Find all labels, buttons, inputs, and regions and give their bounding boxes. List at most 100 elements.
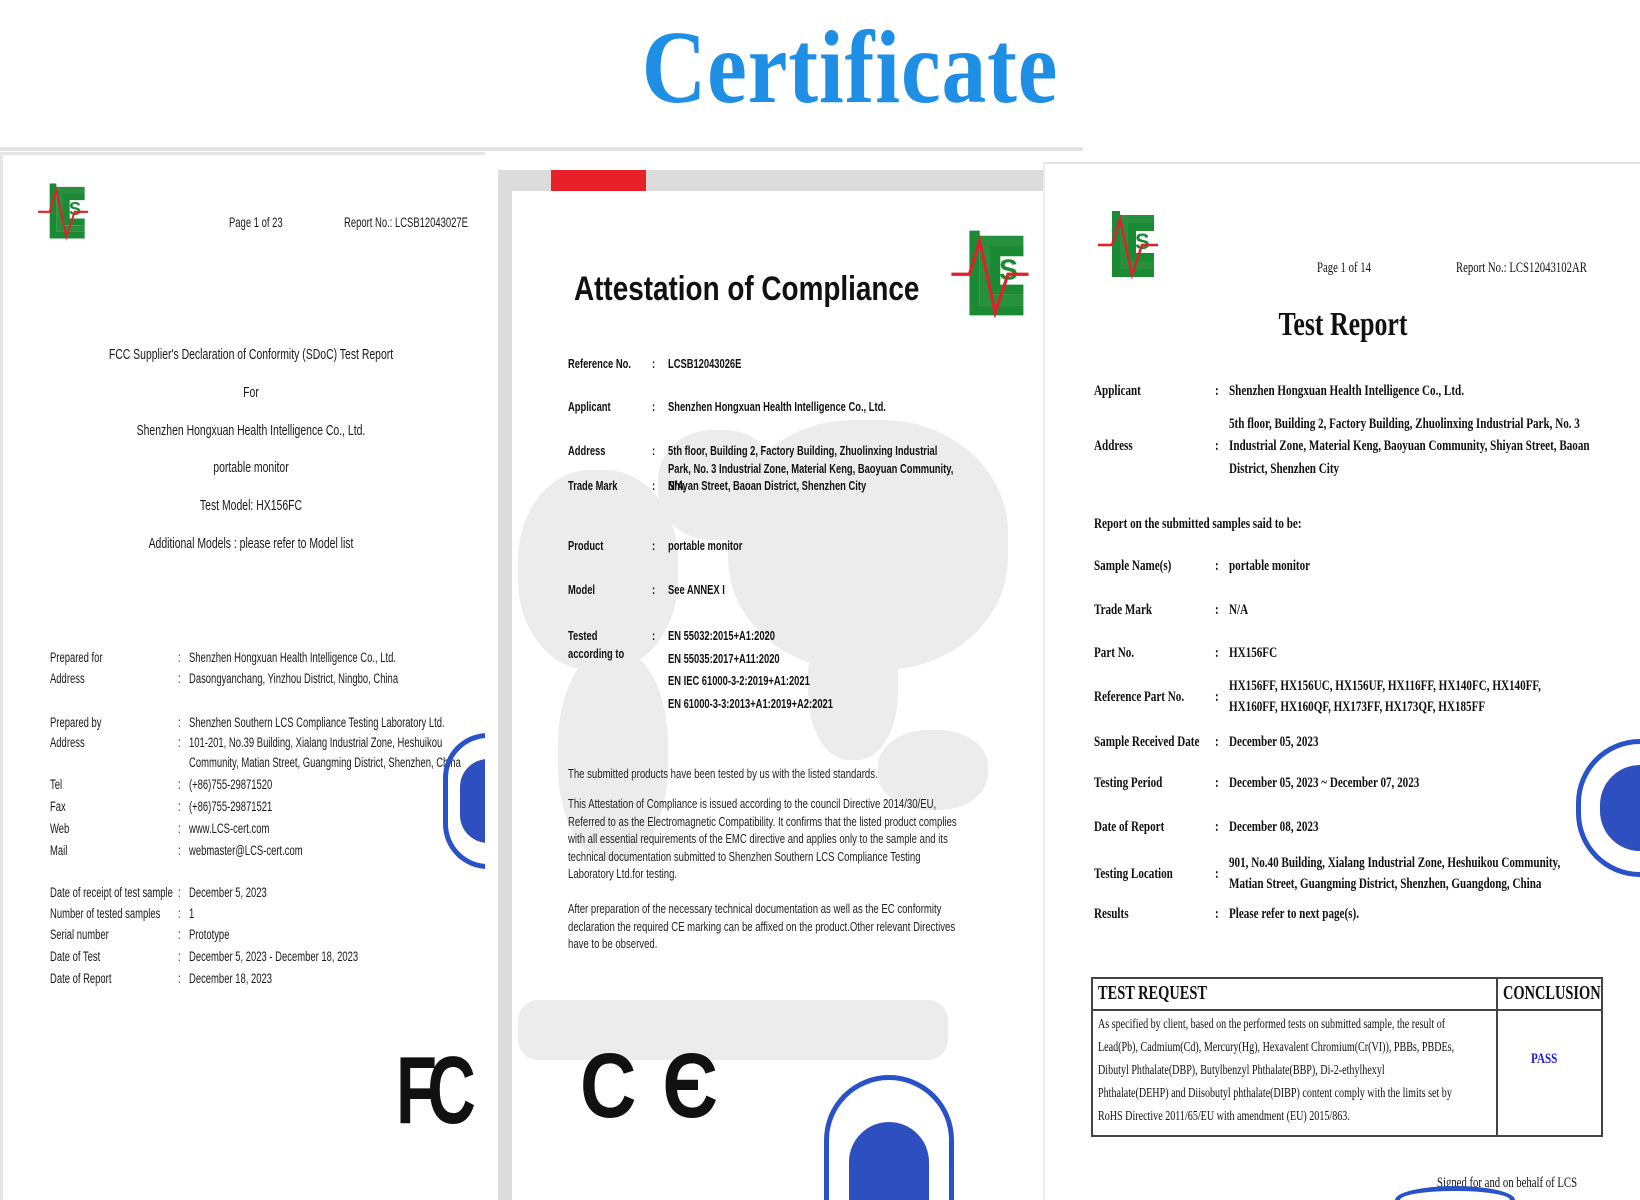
field-value: Dasongyanchang, Yinzhou District, Ningbo…	[189, 671, 399, 686]
table-header: CONCLUSION	[1503, 982, 1601, 1004]
colon: :	[652, 628, 656, 643]
field-value: Please refer to next page(s).	[1229, 906, 1359, 922]
field-value: See ANNEX I	[668, 582, 725, 597]
field-value: Prototype	[189, 927, 230, 942]
attestation-of-compliance-page: Attestation of Compliance Reference No.:…	[498, 170, 1043, 1200]
field-value: December 08, 2023	[1229, 819, 1319, 835]
paragraph-line: This Attestation of Compliance is issued…	[568, 797, 937, 811]
field-label: Reference Part No.	[1094, 689, 1185, 705]
field-label: Applicant	[1094, 383, 1141, 399]
field-value: December 05, 2023	[1229, 734, 1319, 750]
colon: :	[178, 735, 181, 750]
lcs-logo-icon	[38, 177, 88, 245]
field-label: Date of Report	[50, 971, 112, 986]
field-label: Trade Mark	[568, 478, 618, 493]
field-label: Product	[568, 538, 604, 553]
request-line: Lead(Pb), Cadmium(Cd), Mercury(Hg), Hexa…	[1098, 1040, 1455, 1055]
colon: :	[178, 927, 181, 942]
colon: :	[178, 949, 181, 964]
field-value: portable monitor	[1229, 558, 1311, 574]
colon: :	[1215, 645, 1219, 661]
attestation-title: Attestation of Compliance	[574, 270, 920, 308]
field-value: Matian Street, Guangming District, Shenz…	[1229, 876, 1542, 892]
colon: :	[178, 715, 181, 730]
field-label: Testing Location	[1094, 866, 1173, 882]
conclusion-pass: PASS	[1531, 1051, 1558, 1068]
request-line: Dibutyl Phthalate(DBP), Butylbenzyl Phth…	[1098, 1063, 1385, 1078]
page-number: Page 1 of 14	[1317, 260, 1371, 276]
colon: :	[1215, 383, 1219, 399]
field-value: December 05, 2023 ~ December 07, 2023	[1229, 775, 1420, 791]
field-value: 5th floor, Building 2, Factory Building,…	[668, 443, 938, 458]
field-label: Prepared by	[50, 715, 102, 730]
field-label: Part No.	[1094, 645, 1135, 661]
field-value: HX160FF, HX160QF, HX173FF, HX173QF, HX18…	[1229, 699, 1486, 715]
paragraph-line: After preparation of the necessary techn…	[568, 902, 942, 916]
fcc-logo-icon: FC	[396, 1037, 476, 1144]
field-label: Tested	[568, 628, 598, 643]
field-label: Tel	[50, 777, 63, 792]
page-number: Page 1 of 23	[229, 215, 283, 230]
paragraph-line: Referred to as the Electromagnetic Compa…	[568, 814, 957, 829]
colon: :	[178, 906, 181, 921]
report-additional-models: Additional Models : please refer to Mode…	[148, 536, 354, 552]
field-value: 101-201, No.39 Building, Xialang Industr…	[189, 735, 443, 750]
field-value: webmaster@LCS-cert.com	[189, 843, 303, 858]
page-title: Certificate	[641, 10, 1059, 125]
colon: :	[652, 356, 656, 371]
red-accent-block	[551, 170, 646, 191]
field-value: (+86)755-29871520	[189, 777, 273, 792]
colon: :	[652, 478, 656, 493]
paragraph-line: technical documentation submitted to She…	[568, 849, 921, 864]
colon: :	[1215, 819, 1219, 835]
field-value: (+86)755-29871521	[189, 799, 273, 814]
field-value: EN 55035:2017+A11:2020	[668, 650, 780, 666]
field-label: Mail	[50, 843, 68, 858]
colon: :	[1215, 906, 1219, 922]
frame-left-bar	[498, 170, 512, 1200]
field-label: according to	[568, 646, 625, 661]
ce-mark-icon: C Є	[580, 1035, 724, 1137]
field-label: Results	[1094, 906, 1129, 922]
field-label: Fax	[50, 799, 66, 814]
field-label: Date of receipt of test sample	[50, 885, 173, 900]
field-label: Sample Received Date	[1094, 734, 1200, 750]
field-value: 5th floor, Building 2, Factory Building,…	[1229, 416, 1580, 432]
field-label: Number of tested samples	[50, 906, 161, 921]
field-value: EN IEC 61000-3-2:2019+A1:2021	[668, 673, 810, 688]
field-value: Shenzhen Hongxuan Health Intelligence Co…	[189, 650, 396, 665]
field-value: 901, No.40 Building, Xialang Industrial …	[1229, 855, 1561, 871]
test-report-title: Test Report	[1278, 306, 1408, 343]
colon: :	[1215, 558, 1219, 574]
request-line: As specified by client, based on the per…	[1098, 1017, 1446, 1032]
table-header: TEST REQUEST	[1098, 982, 1207, 1004]
field-value: Shenzhen Hongxuan Health Intelligence Co…	[1229, 383, 1464, 399]
report-product: portable monitor	[213, 460, 289, 476]
request-line: RoHS Directive 2011/65/EU with amendment…	[1098, 1109, 1350, 1124]
report-company: Shenzhen Hongxuan Health Intelligence Co…	[136, 423, 366, 439]
fcc-sdoc-report-page: Page 1 of 23 Report No.: LCSB12043027E F…	[0, 152, 485, 1200]
colon: :	[1215, 775, 1219, 791]
field-label: Testing Period	[1094, 775, 1163, 791]
field-label: Address	[50, 735, 85, 750]
field-value: N/A	[1229, 602, 1249, 618]
field-label: Address	[50, 671, 85, 686]
paragraph-line: declaration the required CE marking can …	[568, 919, 956, 934]
colon: :	[1215, 689, 1219, 705]
field-label: Sample Name(s)	[1094, 558, 1172, 574]
field-value: Park, No. 3 Industrial Zone, Material Ke…	[668, 460, 954, 476]
field-label: Applicant	[568, 399, 611, 414]
field-label: Date of Report	[1094, 819, 1165, 835]
testing-laboratory-stamp-icon	[824, 1075, 954, 1200]
report-for: For	[243, 385, 259, 401]
colon: :	[178, 971, 181, 986]
field-label: Reference No.	[568, 356, 631, 371]
field-value: N/A	[668, 478, 685, 493]
rohs-test-report-page: Page 1 of 14 Report No.: LCS12043102AR T…	[1043, 162, 1640, 1200]
request-line: Phthalate(DEHP) and Diisobutyl phthalate…	[1098, 1086, 1452, 1101]
report-on-heading: Report on the submitted samples said to …	[1094, 516, 1302, 532]
colon: :	[178, 777, 181, 792]
divider	[0, 147, 1083, 151]
table-column-rule	[1496, 979, 1498, 1135]
field-value: December 5, 2023	[189, 885, 267, 900]
